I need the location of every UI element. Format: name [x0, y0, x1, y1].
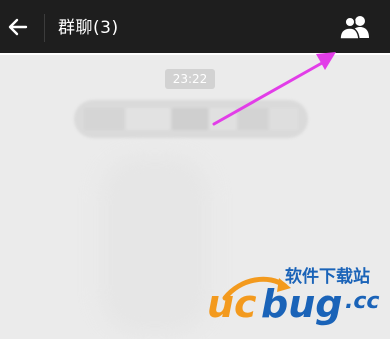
svg-text:bug: bug: [261, 282, 342, 326]
svg-text:.cc: .cc: [345, 289, 379, 314]
arrow-shaft: [212, 61, 324, 126]
svg-text:uc: uc: [207, 282, 257, 326]
arrow-head: [316, 52, 336, 70]
site-watermark: 软件下载站 uc bug .cc: [205, 260, 390, 339]
chat-screen: 群聊(3) 23:22 软件下载站 uc bug .cc: [0, 0, 390, 339]
ucbug-logo: 软件下载站 uc bug .cc: [207, 266, 379, 326]
